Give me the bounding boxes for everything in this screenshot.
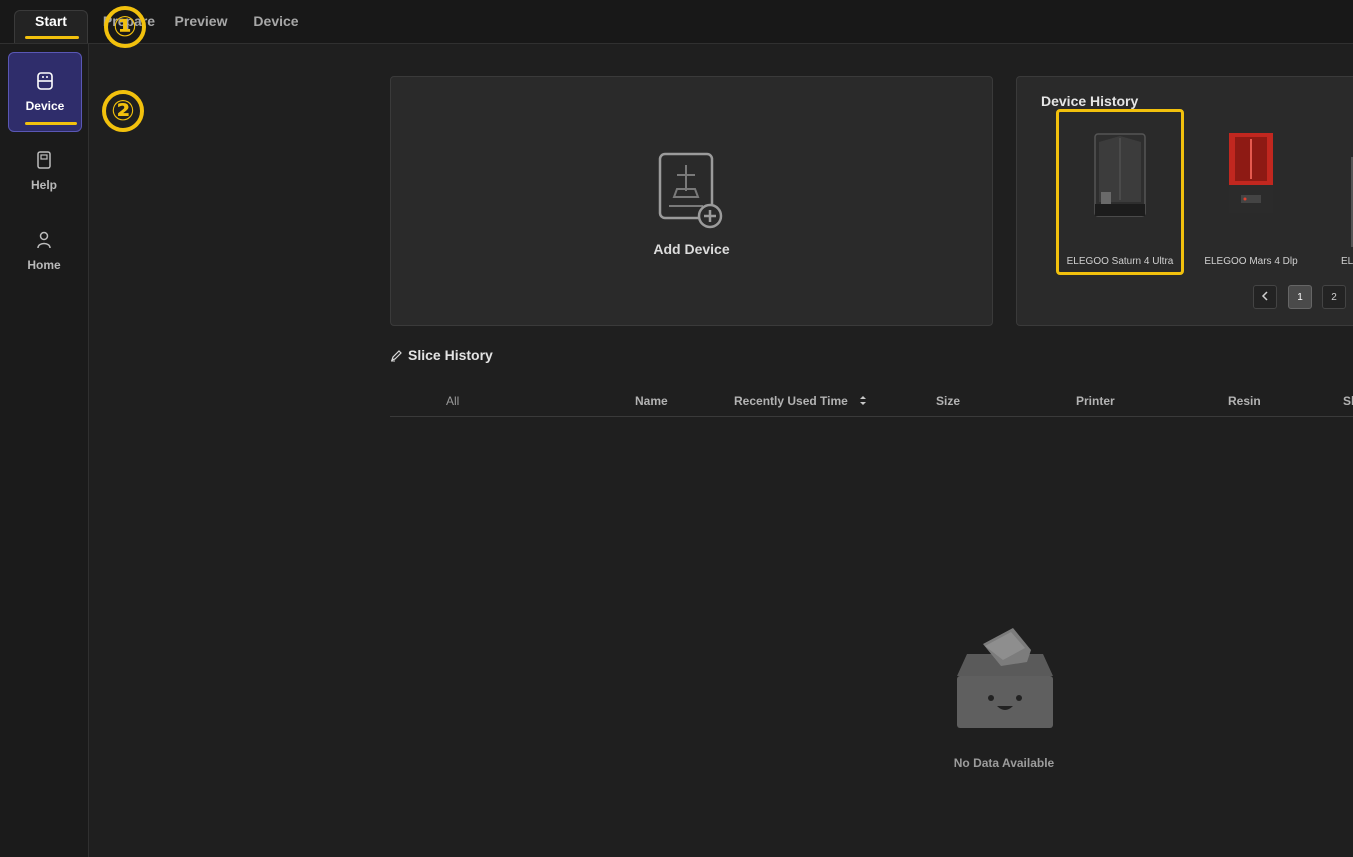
column-header-name[interactable]: Name — [635, 394, 668, 408]
pencil-icon — [391, 350, 402, 362]
slice-history-title: Slice History — [408, 347, 493, 363]
callout-2: ② — [102, 90, 144, 132]
top-tab-bar: Start Prepare Preview Device — [0, 0, 1353, 44]
printer-image — [1094, 133, 1146, 217]
column-header-resin[interactable]: Resin — [1228, 394, 1261, 408]
active-tab-underline — [25, 36, 79, 39]
tab-preview-label: Preview — [174, 13, 228, 29]
sidebar-item-home[interactable]: Home — [8, 212, 80, 290]
add-printer-icon — [658, 152, 723, 229]
device-history-panel: Device History ELEGOO Saturn 4 Ultra ELE… — [1016, 76, 1353, 326]
printer-image — [1229, 133, 1273, 213]
printer-card-partial[interactable]: EL — [1319, 109, 1353, 275]
tab-start-label: Start — [35, 13, 67, 29]
column-header-recently-used-time[interactable]: Recently Used Time — [734, 394, 867, 408]
pager-page-2[interactable]: 2 — [1322, 285, 1346, 309]
empty-box-icon — [957, 628, 1053, 728]
table-header-divider — [390, 416, 1353, 417]
chevron-left-icon — [1261, 291, 1268, 301]
pager-prev-button[interactable] — [1253, 285, 1277, 309]
tab-preview[interactable]: Preview — [170, 11, 232, 43]
sidebar-item-help[interactable]: Help — [8, 132, 80, 210]
pager-page-1[interactable]: 1 — [1288, 285, 1312, 309]
printer-card-mars-4-dlp[interactable]: ELEGOO Mars 4 Dlp — [1187, 109, 1315, 275]
column-header-printer[interactable]: Printer — [1076, 394, 1115, 408]
empty-state-text: No Data Available — [953, 756, 1055, 770]
column-header-partial[interactable]: Sl — [1343, 394, 1353, 408]
device-icon — [37, 72, 53, 90]
device-history-title: Device History — [1041, 93, 1139, 109]
column-header-size[interactable]: Size — [936, 394, 960, 408]
printer-name: ELEGOO Saturn 4 Ultra — [1066, 256, 1174, 267]
active-item-underline — [25, 122, 77, 125]
sidebar-item-label: Device — [25, 99, 65, 113]
sidebar-item-device[interactable]: Device — [8, 52, 82, 132]
column-header-all[interactable]: All — [446, 394, 459, 408]
callout-1: ① — [104, 6, 146, 48]
printer-name: EL — [1341, 256, 1353, 267]
add-device-card[interactable]: Add Device — [390, 76, 993, 326]
sidebar-item-label: Help — [30, 178, 57, 192]
book-icon — [37, 151, 51, 169]
column-header-label: Recently Used Time — [734, 394, 848, 408]
tab-device[interactable]: Device — [248, 11, 304, 43]
sidebar: Device Help Home — [0, 44, 89, 857]
sort-icon[interactable] — [859, 395, 867, 406]
tab-device-label: Device — [253, 13, 299, 29]
sidebar-item-label: Home — [27, 258, 61, 272]
printer-name: ELEGOO Mars 4 Dlp — [1204, 256, 1298, 267]
add-device-label: Add Device — [653, 241, 730, 257]
printer-card-saturn-4-ultra[interactable]: ELEGOO Saturn 4 Ultra — [1056, 109, 1184, 275]
user-icon — [37, 231, 51, 249]
tab-start[interactable]: Start — [14, 10, 88, 43]
